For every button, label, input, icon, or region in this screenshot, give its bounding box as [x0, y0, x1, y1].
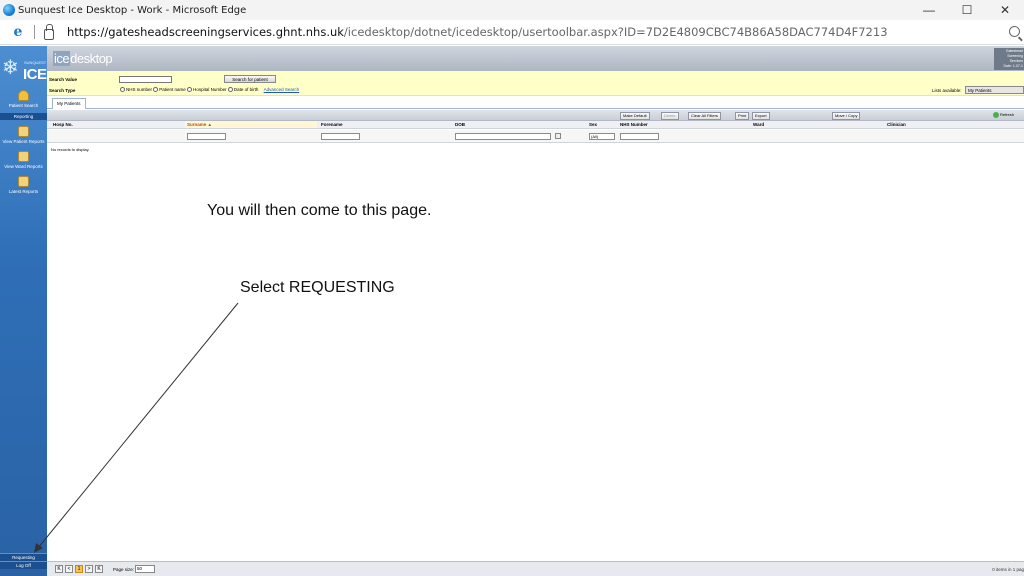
page-size-label: Page size:: [113, 567, 135, 572]
first-page-button[interactable]: K: [55, 565, 63, 573]
last-page-button[interactable]: K: [95, 565, 103, 573]
page-size-select[interactable]: 50: [135, 565, 155, 573]
grid-pager: K < 1 > K Page size: 50 0 items in 1 pag: [47, 561, 1024, 576]
next-page-button[interactable]: >: [85, 565, 93, 573]
pager-info: 0 items in 1 pag: [992, 567, 1024, 572]
pointer-arrow: [34, 302, 239, 553]
prev-page-button[interactable]: <: [65, 565, 73, 573]
arrow-head: [34, 543, 43, 553]
current-page-button[interactable]: 1: [75, 565, 83, 573]
screen: Sunquest Ice Desktop - Work - Microsoft …: [0, 0, 1024, 576]
arrow-line: [37, 302, 239, 549]
